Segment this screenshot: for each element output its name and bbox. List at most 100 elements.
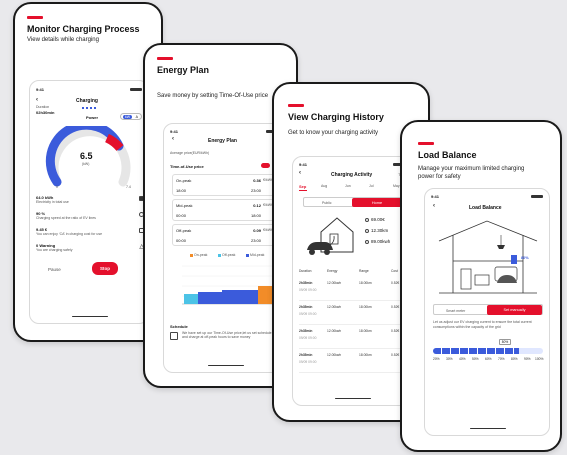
card-title: Load Balance [418, 150, 477, 160]
schedule-icon [170, 332, 178, 340]
cell-range: 18.00km [359, 281, 372, 285]
phone-screen-energy: 9:41 ‹ Energy Plan Average price(EUR/kWh… [163, 123, 285, 373]
unit-kw[interactable]: kW [123, 115, 132, 119]
screen-title: Load Balance [469, 205, 502, 211]
table-row[interactable]: 2h35min 12.00kwh 18.00km 0.52€ 09/09 09:… [299, 329, 411, 349]
cell-date: 09/09 09:00 [299, 336, 317, 340]
table-row[interactable]: 2h35min 12.00kwh 18.00km 0.52€ 09/09 09:… [299, 281, 411, 301]
option-set-manually[interactable]: Set manually [487, 305, 542, 315]
gauge-unit: (kW) [82, 162, 90, 166]
cell-date: 09/09 09:00 [299, 360, 317, 364]
tou-label: Time-of-Use price [170, 164, 204, 169]
cell-duration: 2h35min [299, 305, 313, 309]
legend-label: Mid-peak [250, 253, 265, 257]
phone-screen-monitor: 9:41 ‹ Charging Duration 02h30min Power … [29, 80, 149, 324]
stat-cost: 9.45 € You can enjoy ‘CA’ in charging co… [36, 227, 102, 236]
tab-month[interactable]: Aug [321, 184, 327, 188]
table-row[interactable]: 2h35min 12.00kwh 18.00km 0.52€ 09/09 09:… [299, 353, 411, 373]
tab-month[interactable]: Jun [345, 184, 351, 188]
history-table-header: Duration Energy Range Cost [299, 269, 411, 275]
table-row[interactable]: 2h35min 12.00kwh 18.00km 0.52€ 09/09 09:… [299, 305, 411, 325]
tab-month[interactable]: May [393, 184, 400, 188]
stat-desc: Charging speed at the ratio of EV lines [36, 216, 96, 220]
card-title: Monitor Charging Process [27, 24, 140, 34]
status-time: 9:41 [170, 129, 179, 134]
tick-label: 80% [511, 357, 518, 361]
cell-date: 09/09 09:00 [299, 288, 317, 292]
column-header: Energy [327, 269, 338, 273]
phone-screen-history: 9:41 ‹ Charging Activity Trends Sep Aug … [292, 156, 412, 406]
period-start: 18:00 [176, 188, 187, 193]
period-end: 18:00 [250, 213, 261, 218]
home-indicator [470, 427, 506, 429]
stat-speed: 90 % Charging speed at the ratio of EV l… [36, 211, 96, 220]
period-start: 00:00 [176, 213, 187, 218]
period-price: 0.36 [253, 178, 261, 183]
tick-label: 40% [459, 357, 466, 361]
duration-value: 02h30min [36, 110, 55, 115]
pause-button[interactable]: Pause [48, 267, 61, 272]
tou-toggle[interactable] [261, 163, 270, 168]
legend-swatch [246, 254, 249, 257]
accent-bar [288, 104, 304, 107]
back-icon[interactable]: ‹ [299, 170, 301, 176]
segment-home[interactable]: Home [352, 198, 402, 207]
cell-duration: 2h35min [299, 353, 313, 357]
legend-label: Off-peak [222, 253, 236, 257]
cell-cost: 0.52€ [391, 329, 400, 333]
stat-desc: Electricity in total use [36, 200, 69, 204]
duration-label: Duration [36, 105, 50, 109]
card-title: Energy Plan [157, 65, 210, 75]
tick-label: 50% [472, 357, 479, 361]
segment-public[interactable]: Public [322, 201, 332, 205]
stop-button[interactable]: Stop [92, 262, 118, 275]
gauge-min: 0 [56, 185, 58, 189]
column-header: Cost [391, 269, 398, 273]
cell-energy: 12.00kwh [327, 305, 342, 309]
cell-cost: 0.52€ [391, 281, 400, 285]
load-description: Let us adjust our EV charging current to… [433, 320, 532, 329]
tick-label: 20% [433, 357, 440, 361]
back-icon[interactable]: ‹ [36, 97, 38, 103]
period-mid-peak[interactable]: Mid-peak 0.12 €/kWh 00:00 18:00 [172, 199, 276, 221]
avg-price-label: Average price(EUR/kWh) [170, 151, 210, 155]
cell-energy: 12.00kwh [327, 281, 342, 285]
card-title: View Charging History [288, 112, 384, 122]
period-name: Off-peak [176, 228, 192, 233]
cell-range: 18.00km [359, 353, 372, 357]
bar-off-peak [184, 294, 198, 304]
unit-a[interactable]: A [136, 115, 138, 119]
tick-label: 70% [498, 357, 505, 361]
period-off-peak[interactable]: Off-peak 0.09 €/kWh 00:00 23:00 [172, 224, 276, 246]
phone-screen-load: 9:41 ‹ Load Balance 80% Smart meter Set … [424, 188, 550, 436]
status-time: 9:41 [299, 162, 308, 167]
period-on-peak[interactable]: On-peak 0.36 €/kWh 18:00 23:00 [172, 174, 276, 196]
stat-desc: You can enjoy ‘CA’ in charging cost for … [36, 232, 103, 236]
unit-toggle[interactable]: kW A [120, 113, 142, 120]
screen-title: Charging [76, 98, 98, 104]
status-icons [130, 88, 142, 91]
column-header: Range [359, 269, 369, 273]
card-subtitle-line1: Manage your maximum limited charging [418, 166, 525, 172]
cell-date: 09/09 09:00 [299, 312, 317, 316]
chart-legend: On-peak Off-peak Mid-peak [190, 253, 280, 258]
back-icon[interactable]: ‹ [172, 136, 174, 142]
house-load-pct: 80% [521, 256, 529, 260]
home-indicator [72, 315, 108, 317]
tab-month[interactable]: Jul [369, 184, 373, 188]
cell-energy: 12.00kwh [327, 329, 342, 333]
screen-title: Charging Activity [331, 172, 373, 178]
tab-month[interactable]: Sep [299, 184, 306, 189]
card-subtitle: Save money by setting Time-Of-Use price [157, 93, 269, 99]
legend-label: On-peak [194, 253, 208, 257]
cost-icon [365, 218, 369, 222]
accent-bar [27, 16, 43, 19]
tick-label: 60% [485, 357, 492, 361]
house-ev-illustration [307, 217, 354, 255]
bar-mid-peak-a [198, 292, 222, 304]
option-smart-meter[interactable]: Smart meter [446, 309, 465, 313]
period-name: On-peak [176, 178, 192, 183]
stat-warning: 0 Warning You are charging safely [36, 243, 72, 252]
current-limit-slider[interactable] [433, 348, 543, 354]
back-icon[interactable]: ‹ [433, 203, 435, 209]
